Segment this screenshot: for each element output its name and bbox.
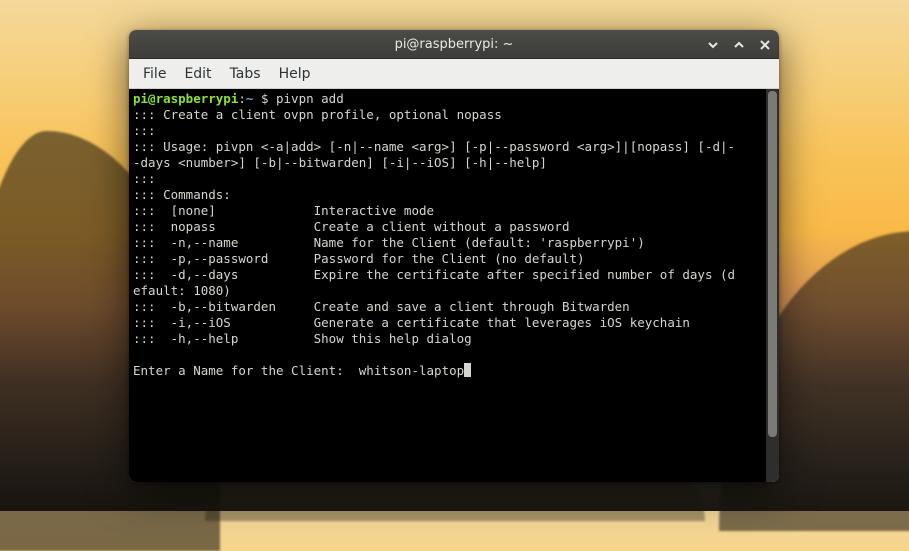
menu-file[interactable]: File: [143, 66, 166, 82]
client-name-prompt-label: Enter a Name for the Client:: [133, 363, 359, 378]
output-line: ::: -n,--name Name for the Client (defau…: [133, 235, 762, 251]
output-line: ::: -i,--iOS Generate a certificate that…: [133, 315, 762, 331]
output-line: [133, 347, 762, 363]
chevron-down-icon: [707, 39, 719, 51]
output-line: ::: [none] Interactive mode: [133, 203, 762, 219]
menu-tabs[interactable]: Tabs: [230, 66, 261, 82]
scrollbar[interactable]: [766, 89, 779, 482]
output-line: :::: [133, 171, 762, 187]
minimize-button[interactable]: [705, 37, 721, 53]
chevron-up-icon: [733, 39, 745, 51]
menu-help[interactable]: Help: [279, 66, 311, 82]
entered-command: pivpn add: [276, 91, 344, 106]
output-line: ::: -d,--days Expire the certificate aft…: [133, 267, 762, 299]
terminal-window: pi@raspberrypi: ~ File Edit Tabs Help pi…: [129, 30, 779, 482]
line-prompt: pi@raspberrypi:~ $ pivpn add: [133, 91, 762, 107]
maximize-button[interactable]: [731, 37, 747, 53]
scrollbar-thumb[interactable]: [768, 91, 777, 437]
titlebar[interactable]: pi@raspberrypi: ~: [129, 30, 779, 59]
window-controls: [705, 30, 773, 59]
output-line: ::: -b,--bitwarden Create and save a cli…: [133, 299, 762, 315]
client-name-input-text: whitson-laptop: [359, 363, 464, 378]
prompt-sigil: $: [253, 91, 276, 106]
close-button[interactable]: [757, 37, 773, 53]
menu-edit[interactable]: Edit: [184, 66, 211, 82]
client-name-prompt: Enter a Name for the Client: whitson-lap…: [133, 363, 762, 379]
menubar: File Edit Tabs Help: [129, 59, 779, 89]
prompt-user-host: pi@raspberrypi: [133, 91, 238, 106]
output-line: ::: Usage: pivpn <-a|add> [-n|--name <ar…: [133, 139, 762, 171]
text-cursor: [464, 363, 471, 377]
terminal-area-wrap: pi@raspberrypi:~ $ pivpn add::: Create a…: [129, 89, 779, 482]
terminal-viewport[interactable]: pi@raspberrypi:~ $ pivpn add::: Create a…: [129, 89, 766, 482]
output-line: ::: Commands:: [133, 187, 762, 203]
prompt-sep: :: [238, 91, 246, 106]
output-line: :::: [133, 123, 762, 139]
output-line: ::: -p,--password Password for the Clien…: [133, 251, 762, 267]
output-line: ::: nopass Create a client without a pas…: [133, 219, 762, 235]
close-icon: [759, 39, 771, 51]
output-line: ::: Create a client ovpn profile, option…: [133, 107, 762, 123]
window-title: pi@raspberrypi: ~: [395, 37, 514, 52]
output-line: ::: -h,--help Show this help dialog: [133, 331, 762, 347]
